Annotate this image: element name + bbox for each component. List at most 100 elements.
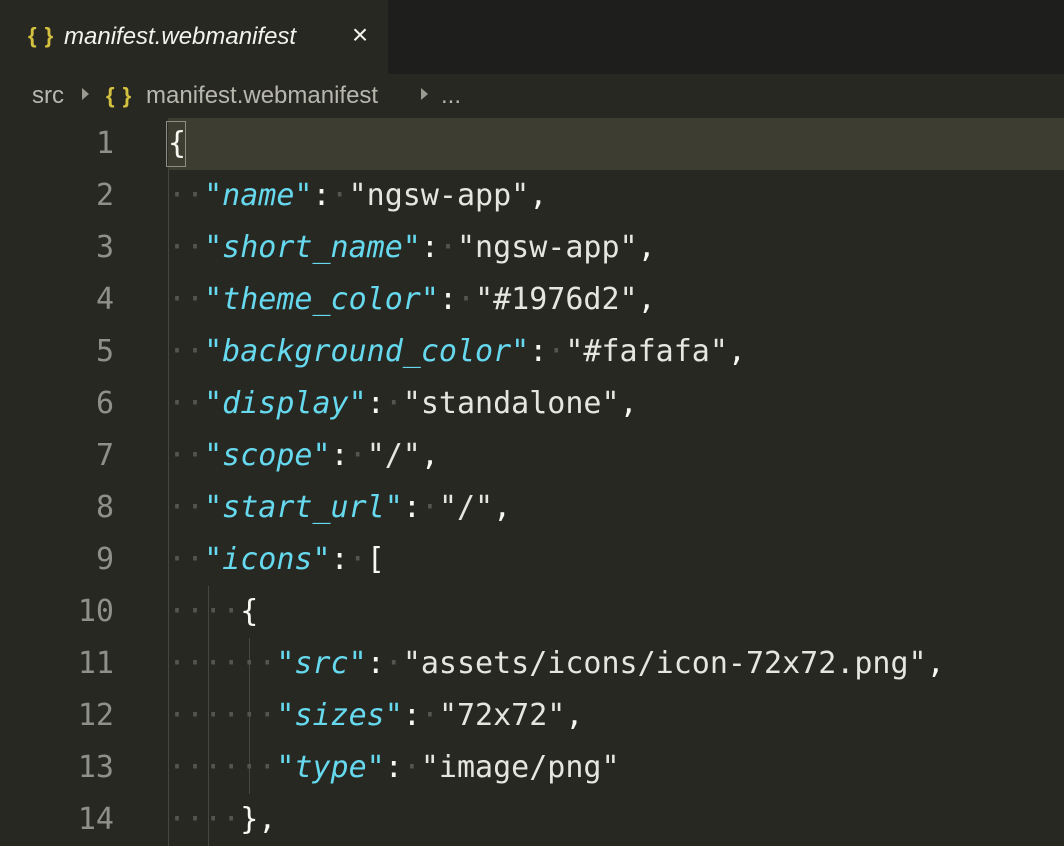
code-line[interactable]: 10 ····{ xyxy=(0,586,1064,638)
line-number: 8 xyxy=(95,490,114,525)
whitespace-marker: ······ xyxy=(168,698,277,733)
code-line[interactable]: 8 ··"start_url":·"/", xyxy=(0,482,1064,534)
json-punctuation: , xyxy=(619,386,638,421)
breadcrumb: src { } manifest.webmanifest ... xyxy=(0,74,1064,118)
line-number: 12 xyxy=(77,698,114,733)
code-text: ··"theme_color":·"#1976d2", xyxy=(168,274,656,326)
json-punctuation: , xyxy=(637,230,656,265)
json-punctuation: , xyxy=(493,490,512,525)
json-key: "start_url" xyxy=(204,490,403,525)
line-number: 1 xyxy=(95,126,114,161)
json-key: "short_name" xyxy=(204,230,421,265)
breadcrumb-file[interactable]: manifest.webmanifest xyxy=(146,82,378,110)
chevron-right-icon xyxy=(82,88,89,100)
code-editor[interactable]: 1{2 ··"name":·"ngsw-app", 3 ··"short_name":… xyxy=(0,118,1064,846)
whitespace-marker: ······ xyxy=(168,646,277,681)
code-text: ··"scope":·"/", xyxy=(168,430,439,482)
code-text: ··"name":·"ngsw-app", xyxy=(168,170,547,222)
json-key: "name" xyxy=(204,178,313,213)
code-line[interactable]: 7 ··"scope":·"/", xyxy=(0,430,1064,482)
code-line[interactable]: 11 ······"src":·"assets/icons/icon-72x72.… xyxy=(0,638,1064,690)
whitespace-marker: · xyxy=(384,386,403,421)
line-number: 13 xyxy=(77,750,114,785)
whitespace-marker: ·· xyxy=(168,230,205,265)
code-line[interactable]: 13 ······"type":·"image/png" xyxy=(0,742,1064,794)
json-punctuation: , xyxy=(529,178,548,213)
code-text: ··"start_url":·"/", xyxy=(168,482,511,534)
code-line[interactable]: 4 ··"theme_color":·"#1976d2", xyxy=(0,274,1064,326)
code-line[interactable]: 1{ xyxy=(0,118,1064,170)
whitespace-marker: ·· xyxy=(168,542,205,577)
whitespace-marker: ······ xyxy=(168,750,277,785)
code-line[interactable]: 3 ··"short_name":·"ngsw-app", xyxy=(0,222,1064,274)
code-text: ··"short_name":·"ngsw-app", xyxy=(168,222,656,274)
whitespace-marker: ·· xyxy=(168,334,205,369)
whitespace-marker: · xyxy=(348,542,367,577)
code-text: ····}, xyxy=(168,794,276,846)
code-line[interactable]: 2 ··"name":·"ngsw-app", xyxy=(0,170,1064,222)
json-punctuation: }, xyxy=(240,802,277,837)
whitespace-marker: · xyxy=(384,646,403,681)
json-punctuation: , xyxy=(727,334,746,369)
line-number: 11 xyxy=(77,646,114,681)
json-key: "type" xyxy=(276,750,385,785)
line-number: 5 xyxy=(95,334,114,369)
json-key: "src" xyxy=(276,646,367,681)
json-string: "/" xyxy=(438,490,494,525)
code-line[interactable]: 12 ······"sizes":·"72x72", xyxy=(0,690,1064,742)
whitespace-marker: ·· xyxy=(168,386,205,421)
code-text: ··"icons":·[ xyxy=(168,534,385,586)
code-line[interactable]: 5 ··"background_color":·"#fafafa", xyxy=(0,326,1064,378)
json-punctuation: { xyxy=(240,594,259,629)
code-text: { xyxy=(168,118,186,170)
json-braces-icon: { } xyxy=(106,83,133,108)
whitespace-marker: · xyxy=(547,334,566,369)
json-key: "display" xyxy=(204,386,367,421)
breadcrumb-folder-src[interactable]: src xyxy=(32,82,64,110)
line-number: 4 xyxy=(95,282,114,317)
line-number: 10 xyxy=(77,594,114,629)
json-punctuation: [ xyxy=(366,542,385,577)
code-text: ····{ xyxy=(168,586,258,638)
json-braces-icon: { } xyxy=(28,23,55,48)
whitespace-marker: · xyxy=(457,282,476,317)
json-string: "/" xyxy=(366,438,421,473)
line-number: 9 xyxy=(95,542,114,577)
json-punctuation: : xyxy=(366,386,385,421)
line-number: 3 xyxy=(95,230,114,265)
whitespace-marker: · xyxy=(420,698,439,733)
json-key: "background_color" xyxy=(204,334,530,369)
code-line[interactable]: 6 ··"display":·"standalone", xyxy=(0,378,1064,430)
json-key: "icons" xyxy=(204,542,331,577)
whitespace-marker: ···· xyxy=(168,594,241,629)
tab-manifest-webmanifest[interactable]: { } manifest.webmanifest × xyxy=(0,0,388,74)
code-text: ··"display":·"standalone", xyxy=(168,378,638,430)
code-line[interactable]: 14 ····}, xyxy=(0,794,1064,846)
tab-label: manifest.webmanifest xyxy=(64,23,297,50)
json-punctuation: : xyxy=(384,750,403,785)
whitespace-marker: ·· xyxy=(168,438,205,473)
json-string: "image/png" xyxy=(420,750,620,785)
whitespace-marker: ···· xyxy=(168,802,241,837)
json-punctuation: , xyxy=(926,646,945,681)
close-icon[interactable]: × xyxy=(346,20,374,50)
json-key: "sizes" xyxy=(276,698,403,733)
code-line[interactable]: 9 ··"icons":·[ xyxy=(0,534,1064,586)
line-number: 6 xyxy=(95,386,114,421)
whitespace-marker: · xyxy=(420,490,439,525)
whitespace-marker: · xyxy=(348,438,367,473)
json-string: "assets/icons/icon-72x72.png" xyxy=(402,646,927,681)
json-punctuation: , xyxy=(637,282,656,317)
json-punctuation: : xyxy=(402,490,421,525)
whitespace-marker: ·· xyxy=(168,490,205,525)
breadcrumb-more[interactable]: ... xyxy=(441,82,461,110)
code-text: ··"background_color":·"#fafafa", xyxy=(168,326,746,378)
json-punctuation: : xyxy=(438,282,457,317)
json-key: "scope" xyxy=(204,438,331,473)
editor-tab-bar: { } manifest.webmanifest × xyxy=(0,0,1064,74)
whitespace-marker: · xyxy=(330,178,349,213)
json-string: "ngsw-app" xyxy=(457,230,638,265)
code-text: ······"type":·"image/png" xyxy=(168,742,620,794)
json-string: "ngsw-app" xyxy=(348,178,530,213)
json-punctuation: : xyxy=(330,542,349,577)
